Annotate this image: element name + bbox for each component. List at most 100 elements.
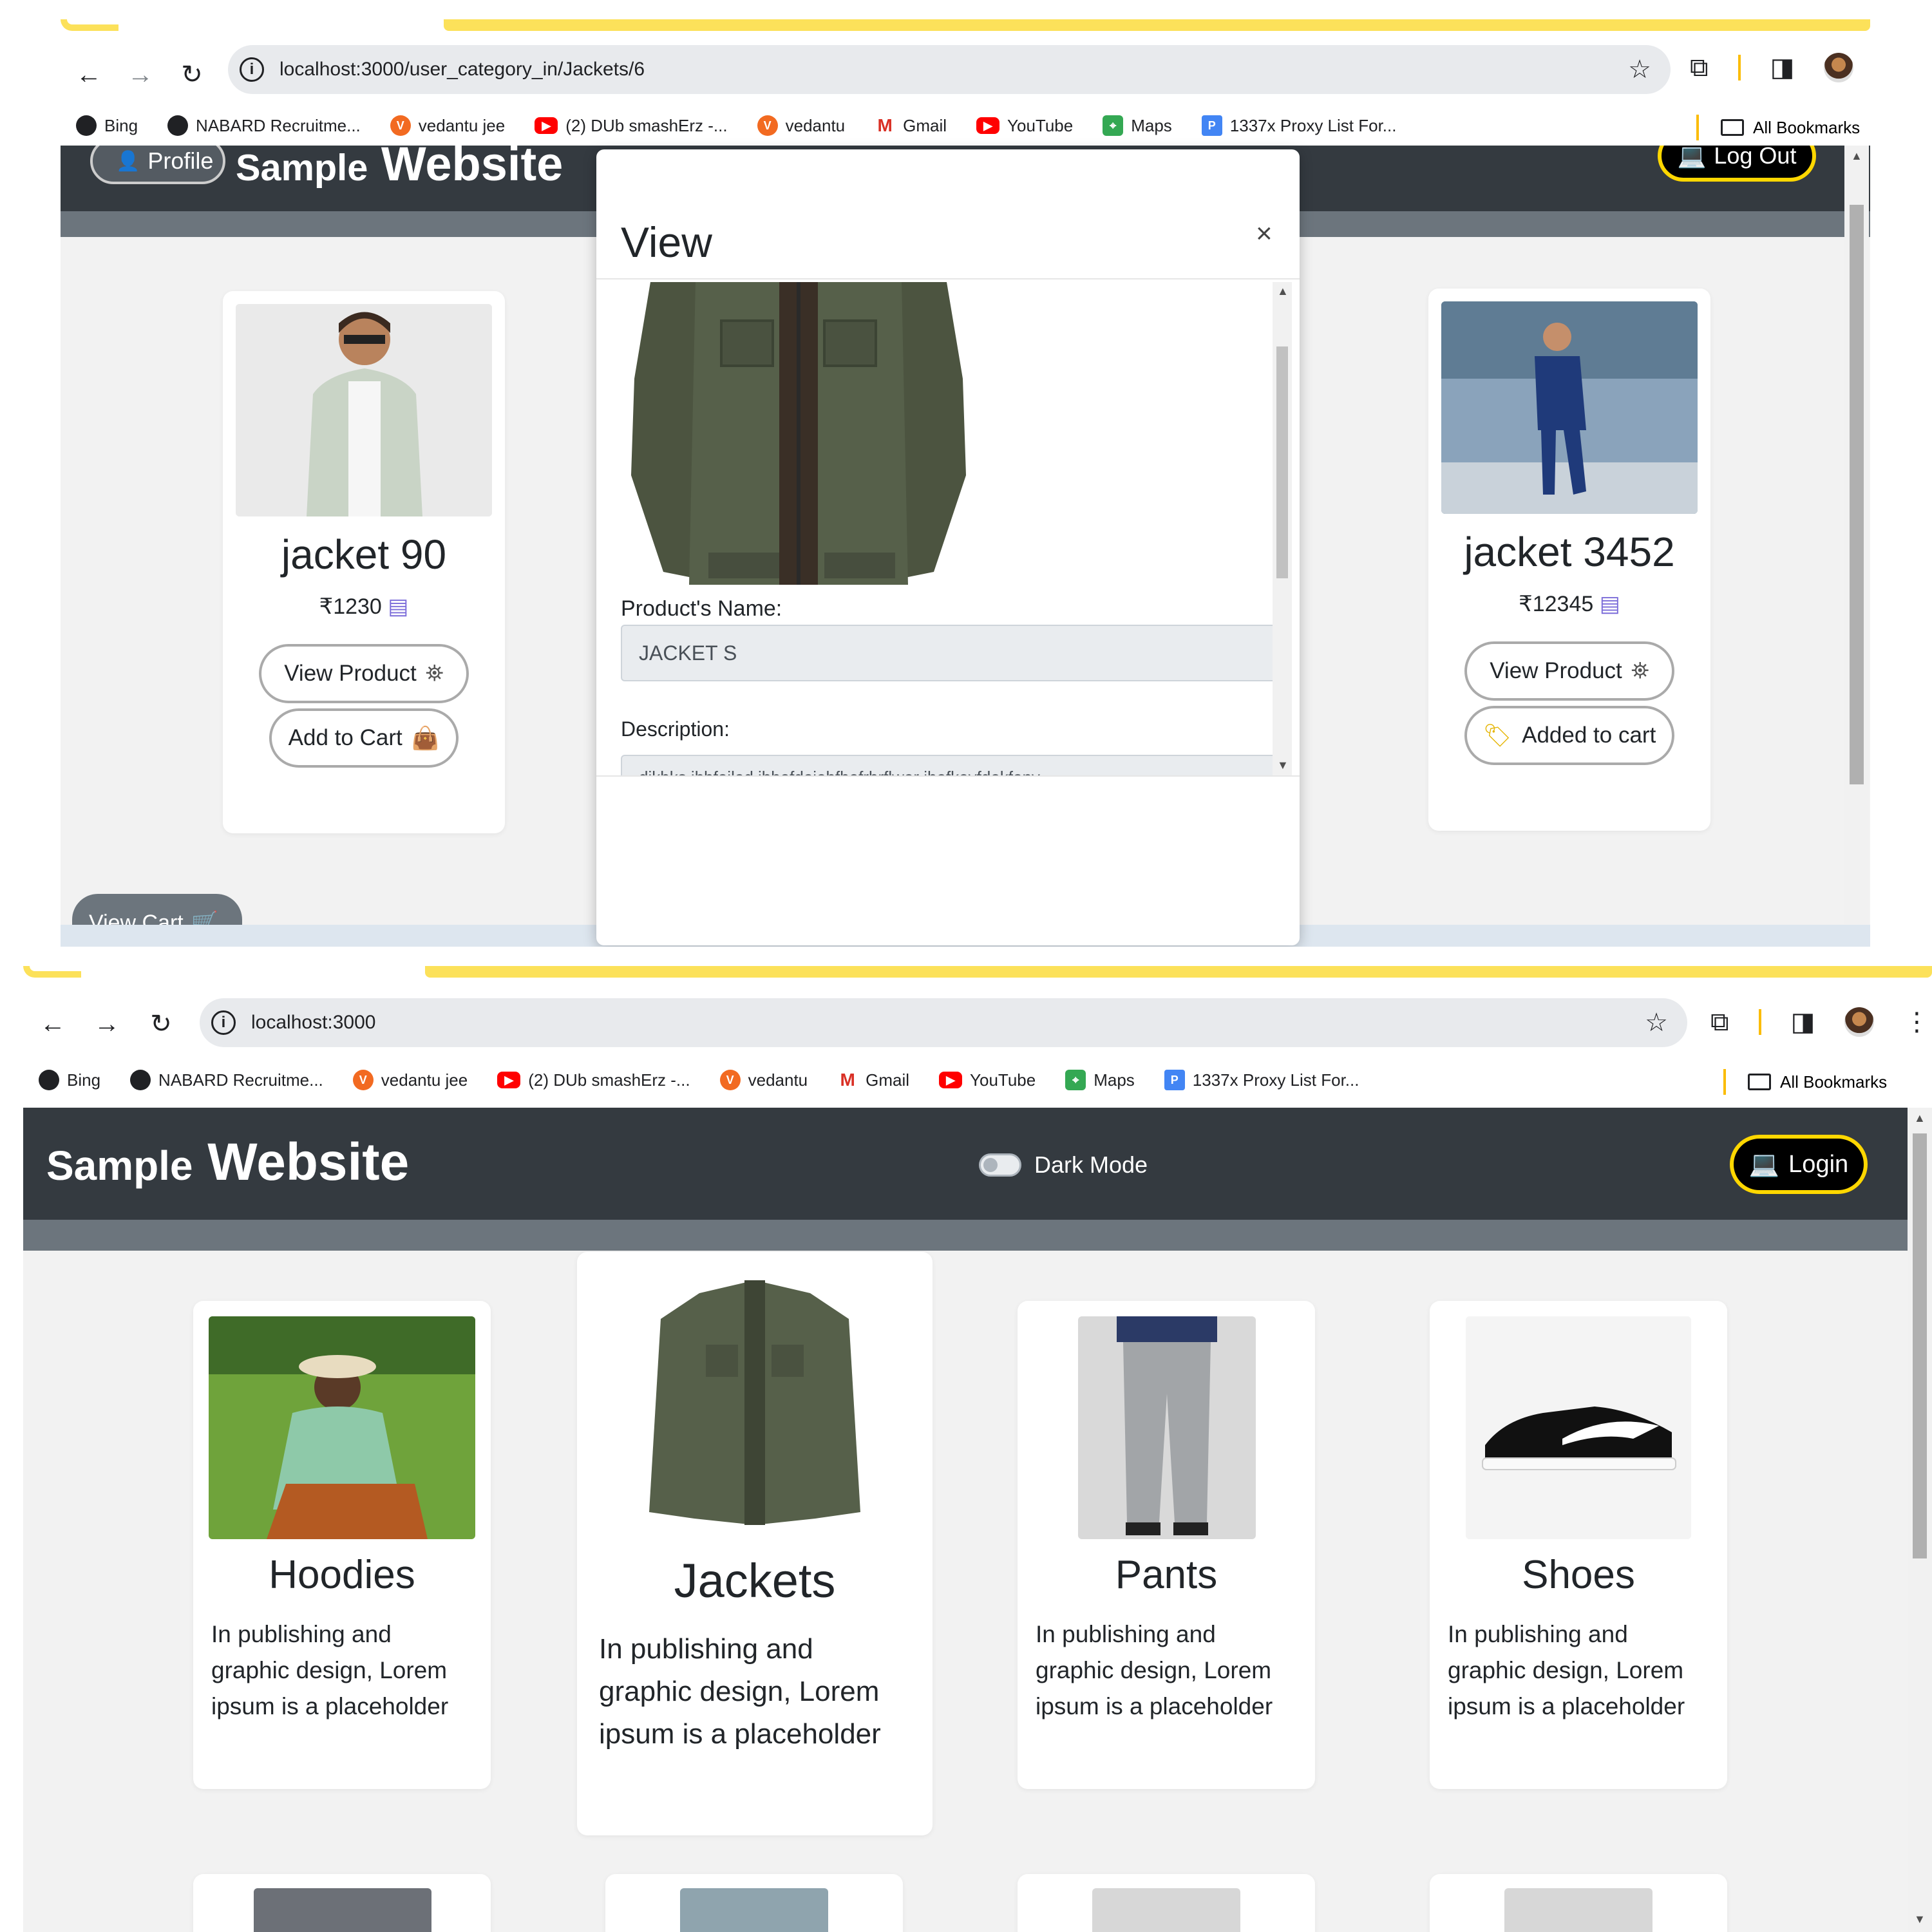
category-card[interactable] <box>193 1874 491 1932</box>
category-card[interactable]: Jackets In publishing and graphic design… <box>577 1252 933 1835</box>
reload-icon[interactable]: ↻ <box>173 55 211 94</box>
price-value: ₹1230 <box>319 594 382 619</box>
toolbar-icons: ⧉ ◨ ⋮ <box>1710 1007 1929 1037</box>
scroll-down-icon[interactable]: ▼ <box>1277 759 1289 772</box>
bookmark-star-icon[interactable]: ☆ <box>1628 55 1651 84</box>
view-product-button[interactable]: View Product ⛯ <box>1464 641 1674 701</box>
page-scrollbar[interactable]: ▲ ▼ <box>1908 1108 1932 1932</box>
category-image <box>1092 1888 1240 1932</box>
category-card[interactable]: Hoodies In publishing and graphic design… <box>193 1301 491 1789</box>
view-product-button[interactable]: View Product ⛯ <box>259 644 469 703</box>
modal-scrollbar[interactable]: ▲ ▼ <box>1273 282 1292 775</box>
dark-mode-switch[interactable]: Dark Mode <box>979 1151 1148 1179</box>
bookmark-vedantu-jee[interactable]: Vvedantu jee <box>352 1070 468 1090</box>
category-card[interactable] <box>605 1874 903 1932</box>
bookmark-label: Bing <box>104 115 138 135</box>
category-name: Shoes <box>1522 1553 1635 1597</box>
bookmark-vedantu-jee[interactable]: Vvedantu jee <box>390 115 505 136</box>
address-bar[interactable]: i localhost:3000/user_category_in/Jacket… <box>228 45 1671 94</box>
bookmark-1337x[interactable]: P 1337x Proxy List For... <box>1201 115 1396 136</box>
bookmark-gmail[interactable]: M Gmail <box>837 1070 909 1090</box>
logout-label: Log Out <box>1714 146 1797 169</box>
address-url: localhost:3000 <box>251 1012 376 1033</box>
category-description: In publishing and graphic design, Lorem … <box>599 1633 881 1750</box>
tab-strip-corner <box>23 966 81 978</box>
extensions-icon[interactable]: ⧉ <box>1710 1008 1729 1037</box>
site-brand: Sample Website <box>46 1132 409 1193</box>
profile-avatar[interactable] <box>1824 53 1854 82</box>
scroll-up-icon[interactable]: ▲ <box>1914 1112 1926 1125</box>
extensions-icon[interactable]: ⧉ <box>1690 53 1709 82</box>
maps-icon: ⌖ <box>1065 1070 1086 1090</box>
all-bookmarks[interactable]: All Bookmarks <box>1723 1069 1887 1095</box>
bookmark-bing[interactable]: Bing <box>39 1070 100 1090</box>
product-name-field[interactable]: JACKET S <box>621 625 1278 681</box>
brand-small: Sample <box>236 147 368 189</box>
vedantu-icon: V <box>352 1070 374 1090</box>
category-description: In publishing and graphic design, Lorem … <box>1448 1621 1685 1719</box>
address-bar[interactable]: i localhost:3000 ☆ <box>200 998 1687 1047</box>
page-scroll-thumb[interactable] <box>1913 1133 1927 1558</box>
menu-icon[interactable]: ⋮ <box>1904 1007 1929 1037</box>
side-panel-icon[interactable]: ◨ <box>1791 1007 1815 1037</box>
toolbar-divider <box>1738 55 1741 80</box>
login-button[interactable]: 💻 Login <box>1730 1135 1868 1194</box>
bookmark-label: Gmail <box>903 115 947 135</box>
bookmark-vedantu[interactable]: Vvedantu <box>757 115 845 136</box>
description-field[interactable]: dikhks ihbfoiled ihbefdeiehfbefrbrflwer … <box>621 755 1278 775</box>
bookmark-nabard[interactable]: NABARD Recruitme... <box>167 115 361 136</box>
bookmark-youtube[interactable]: ▶ YouTube <box>939 1070 1036 1090</box>
view-product-label: View Product <box>1490 658 1622 683</box>
page-scroll-thumb[interactable] <box>1850 205 1864 784</box>
hoodie-photo <box>209 1316 475 1539</box>
bookmark-nabard[interactable]: NABARD Recruitme... <box>130 1070 323 1090</box>
site-info-icon[interactable]: i <box>240 57 264 82</box>
address-url: localhost:3000/user_category_in/Jackets/… <box>279 59 645 80</box>
side-panel-icon[interactable]: ◨ <box>1770 53 1795 82</box>
shopping-bag-icon: 👜 <box>411 725 440 751</box>
laptop-icon: 💻 <box>1677 146 1707 169</box>
bookmark-maps[interactable]: ⌖ Maps <box>1065 1070 1135 1090</box>
profile-button[interactable]: 👤 Profile <box>90 146 225 184</box>
bookmark-bing[interactable]: Bing <box>76 115 138 136</box>
added-to-cart-button[interactable]: 🏷 Added to cart <box>1464 706 1674 765</box>
forward-icon[interactable]: → <box>121 55 160 94</box>
youtube-icon: ▶ <box>939 1072 963 1088</box>
category-description: In publishing and graphic design, Lorem … <box>1036 1621 1273 1719</box>
bookmark-dub[interactable]: ▶ (2) DUb smashErz -... <box>497 1070 690 1090</box>
jacket-photo <box>236 304 492 516</box>
toggle-icon[interactable] <box>979 1153 1021 1177</box>
bookmark-maps[interactable]: ⌖ Maps <box>1103 115 1172 136</box>
bookmark-1337x[interactable]: P 1337x Proxy List For... <box>1164 1070 1359 1090</box>
category-card[interactable]: Shoes In publishing and graphic design, … <box>1430 1301 1727 1789</box>
back-icon[interactable]: ← <box>33 1005 72 1043</box>
bookmark-star-icon[interactable]: ☆ <box>1645 1008 1668 1037</box>
close-icon[interactable]: × <box>1256 218 1273 250</box>
page-scrollbar[interactable]: ▲ ▼ <box>1844 146 1869 947</box>
category-card[interactable] <box>1430 1874 1727 1932</box>
scroll-up-icon[interactable]: ▲ <box>1277 285 1289 298</box>
add-to-cart-button[interactable]: Add to Cart 👜 <box>269 708 459 768</box>
logout-button[interactable]: 💻 Log Out <box>1658 146 1816 182</box>
back-icon[interactable]: ← <box>70 55 108 94</box>
bookmark-gmail[interactable]: M Gmail <box>875 115 947 136</box>
login-label: Login <box>1788 1150 1849 1178</box>
bookmark-youtube[interactable]: ▶ YouTube <box>976 116 1073 136</box>
category-name: Jackets <box>674 1554 836 1607</box>
profile-avatar[interactable] <box>1844 1007 1875 1037</box>
youtube-icon: ▶ <box>976 117 1000 134</box>
scroll-down-icon[interactable]: ▼ <box>1914 1913 1926 1926</box>
site-info-icon[interactable]: i <box>211 1010 236 1035</box>
scroll-up-icon[interactable]: ▲ <box>1851 149 1862 163</box>
all-bookmarks[interactable]: All Bookmarks <box>1696 115 1860 140</box>
modal-title: View <box>621 218 712 266</box>
reload-icon[interactable]: ↻ <box>142 1005 180 1043</box>
category-card[interactable] <box>1018 1874 1315 1932</box>
bookmark-vedantu[interactable]: Vvedantu <box>719 1070 808 1090</box>
modal-scroll-thumb[interactable] <box>1276 346 1288 578</box>
vedantu-icon: V <box>390 115 411 136</box>
bookmark-dub[interactable]: ▶ (2) DUb smashErz -... <box>535 116 728 136</box>
forward-icon[interactable]: → <box>88 1005 126 1043</box>
added-to-cart-label: Added to cart <box>1522 723 1656 748</box>
category-card[interactable]: Pants In publishing and graphic design, … <box>1018 1301 1315 1789</box>
